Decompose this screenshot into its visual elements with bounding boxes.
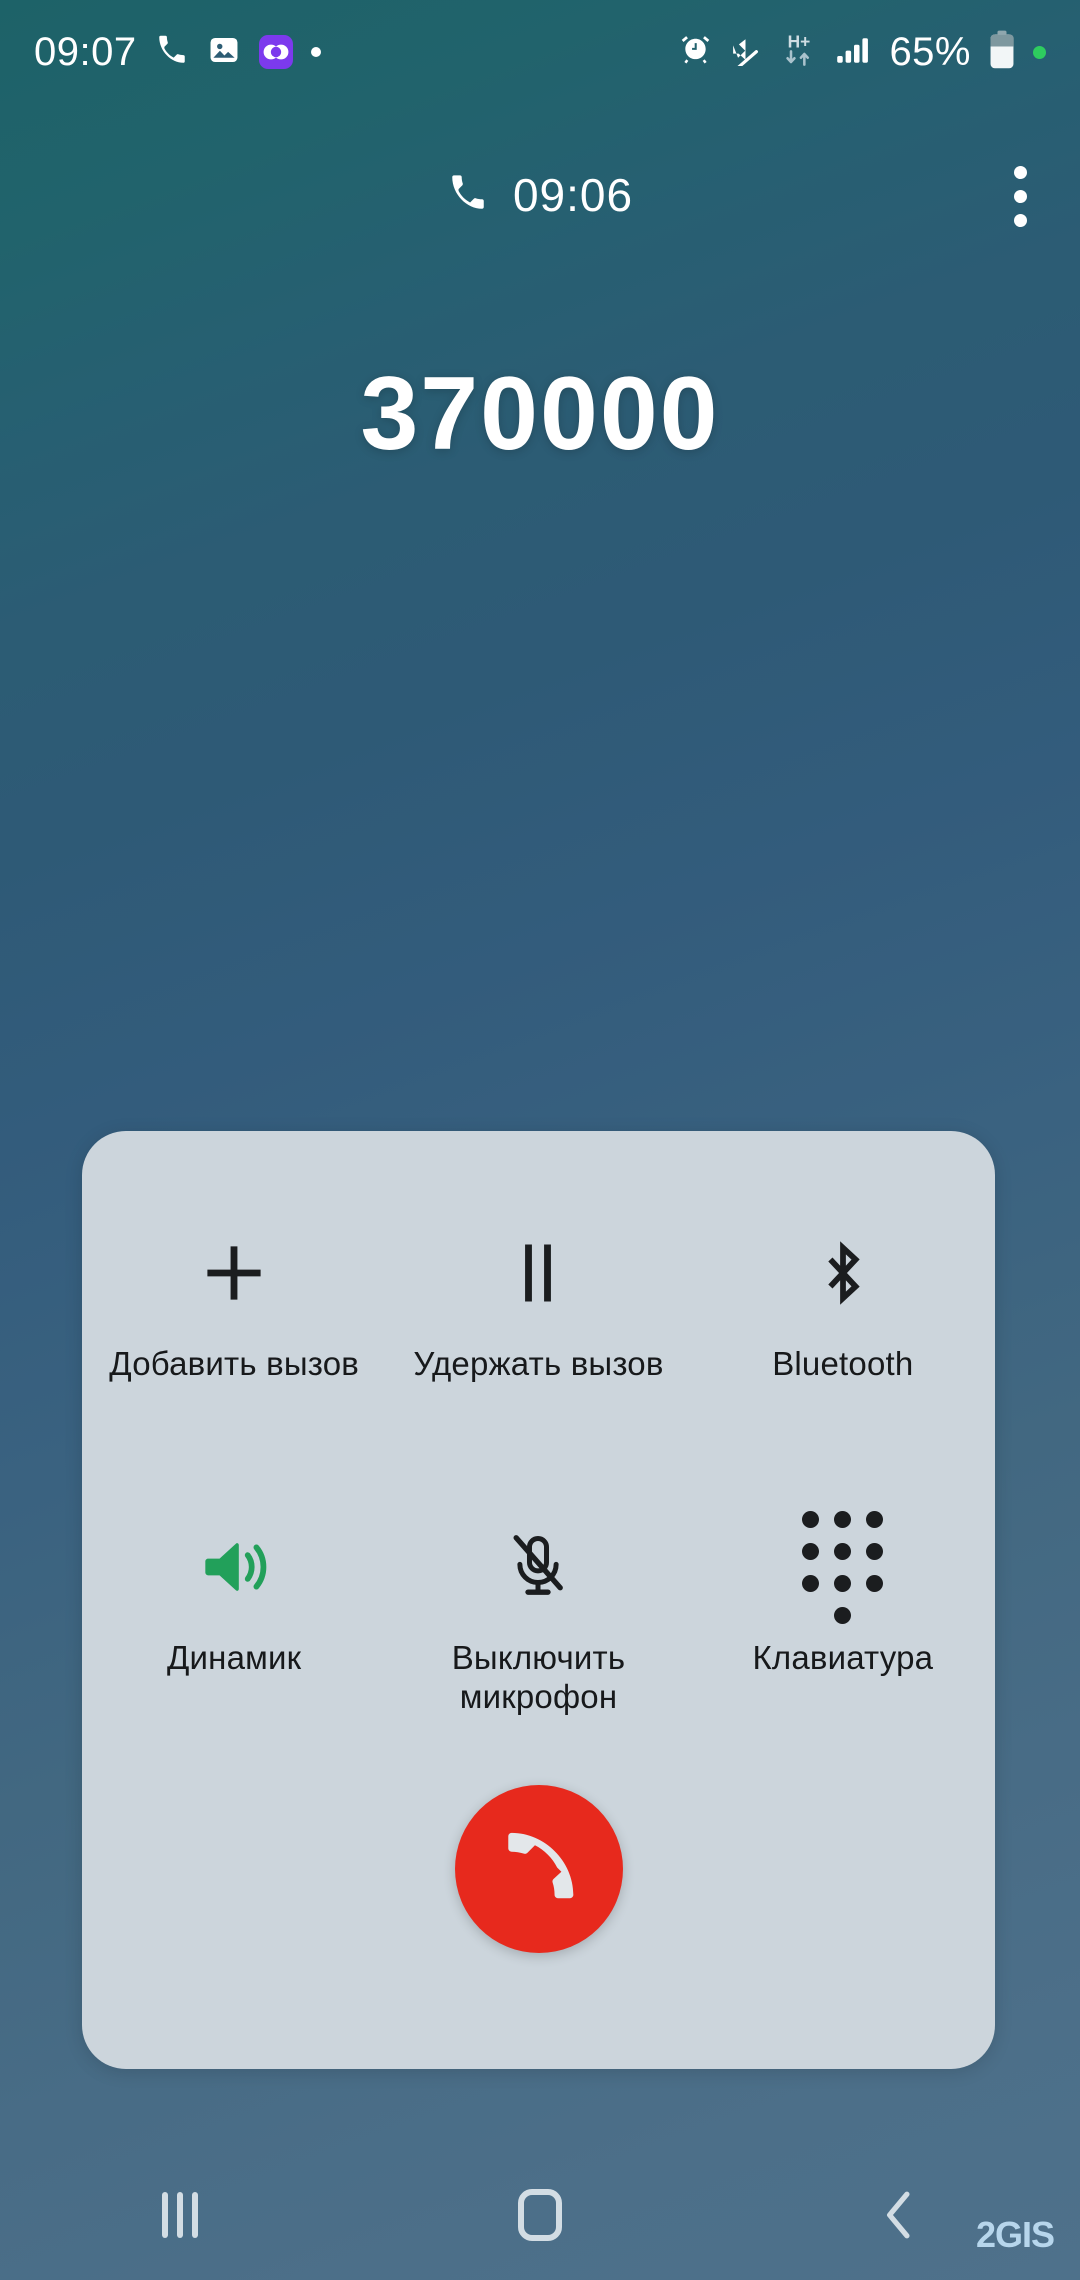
phone-icon: [155, 33, 189, 72]
speaker-label: Динамик: [167, 1639, 302, 1676]
battery-icon: [988, 30, 1016, 75]
home-icon[interactable]: [360, 2150, 720, 2280]
mic-off-icon: [501, 1511, 575, 1623]
overflow-menu-icon[interactable]: [960, 152, 1080, 240]
end-call-icon: [493, 1822, 585, 1917]
add-call-button[interactable]: Добавить вызов: [82, 1217, 386, 1384]
hold-call-button[interactable]: Удержать вызов: [386, 1217, 690, 1384]
recording-dot-icon: [1033, 45, 1046, 59]
notification-dot-icon: [310, 47, 321, 57]
status-bar-right: H+ 65%: [679, 30, 1046, 75]
watermark-label: 2GIS: [975, 2214, 1055, 2255]
pause-icon: [500, 1217, 576, 1329]
call-controls-panel: Добавить вызов Удержать вызов Bluetooth: [82, 1131, 995, 2069]
call-status-header: 09:06: [0, 150, 1080, 240]
mute-mic-label: Выключить микрофон: [451, 1639, 626, 1715]
mute-mic-button[interactable]: Выключить микрофон: [386, 1511, 690, 1717]
mute-icon: [729, 33, 762, 72]
plus-icon: [196, 1217, 272, 1329]
bluetooth-icon: [807, 1217, 879, 1329]
data-transfer-icon: H+: [779, 30, 819, 75]
app-badge-icon: [258, 35, 293, 69]
call-controls-row-2: Динамик Выключить микрофон Клавиатура: [82, 1510, 995, 1717]
phone-icon: [447, 172, 489, 219]
in-call-screen: 09:07 H+ 65% 09:06 370000 Добавить вызов…: [0, 0, 1080, 2280]
alarm-icon: [679, 33, 712, 71]
end-call-button[interactable]: [454, 1785, 623, 1953]
call-controls-row-1: Добавить вызов Удержать вызов Bluetooth: [82, 1217, 995, 1384]
hold-call-label: Удержать вызов: [413, 1345, 664, 1382]
keypad-label: Клавиатура: [752, 1639, 934, 1676]
signal-bars-icon: [836, 35, 872, 70]
navigation-bar: [0, 2150, 1080, 2280]
bluetooth-button[interactable]: Bluetooth: [691, 1217, 995, 1384]
recents-icon[interactable]: [0, 2150, 360, 2280]
bluetooth-label: Bluetooth: [772, 1345, 914, 1382]
call-duration-label: 09:06: [512, 169, 634, 221]
caller-number: 370000: [360, 356, 720, 472]
keypad-button[interactable]: Клавиатура: [691, 1510, 995, 1717]
keypad-icon: [802, 1510, 884, 1624]
svg-text:H+: H+: [788, 31, 811, 51]
status-bar-clock: 09:07: [34, 29, 137, 74]
speaker-icon: [197, 1511, 271, 1623]
add-call-label: Добавить вызов: [109, 1345, 360, 1382]
battery-percent-label: 65%: [889, 29, 971, 74]
status-bar: 09:07 H+ 65%: [0, 0, 1080, 104]
speaker-button[interactable]: Динамик: [82, 1511, 386, 1717]
status-bar-left: 09:07: [34, 30, 321, 75]
gallery-icon: [207, 33, 241, 72]
